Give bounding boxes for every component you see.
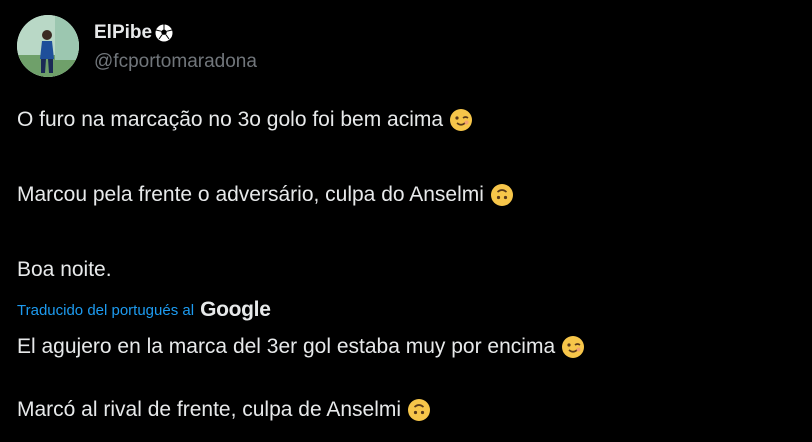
original-line-1-text: O furo na marcação no 3o golo foi bem ac… bbox=[17, 108, 444, 131]
translated-line-2: Marcó al rival de frente, culpa de Ansel… bbox=[17, 398, 431, 422]
upside-down-face-icon bbox=[408, 399, 431, 421]
translated-line-1: El agujero en la marca del 3er gol estab… bbox=[17, 335, 585, 359]
author-name[interactable]: ElPibe bbox=[94, 22, 174, 44]
soccer-ball-icon bbox=[154, 23, 174, 43]
author-name-text: ElPibe bbox=[94, 22, 153, 43]
original-line-2: Marcou pela frente o adversário, culpa d… bbox=[17, 183, 514, 207]
upside-down-face-icon bbox=[490, 184, 513, 206]
avatar[interactable] bbox=[17, 15, 79, 77]
original-line-3: Boa noite. bbox=[17, 258, 112, 282]
avatar-image bbox=[17, 15, 79, 77]
winking-face-icon bbox=[562, 336, 585, 358]
translated-line-1-text: El agujero en la marca del 3er gol estab… bbox=[17, 335, 556, 358]
original-line-2-text: Marcou pela frente o adversário, culpa d… bbox=[17, 183, 484, 206]
winking-face-icon bbox=[450, 109, 473, 131]
original-line-1: O furo na marcação no 3o golo foi bem ac… bbox=[17, 108, 473, 132]
author-handle[interactable]: @fcportomaradona bbox=[94, 51, 257, 73]
translation-attribution: Traducido del portugués al Google bbox=[17, 298, 271, 322]
translated-line-2-text: Marcó al rival de frente, culpa de Ansel… bbox=[17, 398, 402, 421]
original-line-3-text: Boa noite. bbox=[17, 258, 112, 281]
google-logo: Google bbox=[200, 298, 271, 321]
translation-label[interactable]: Traducido del portugués al bbox=[17, 302, 194, 319]
